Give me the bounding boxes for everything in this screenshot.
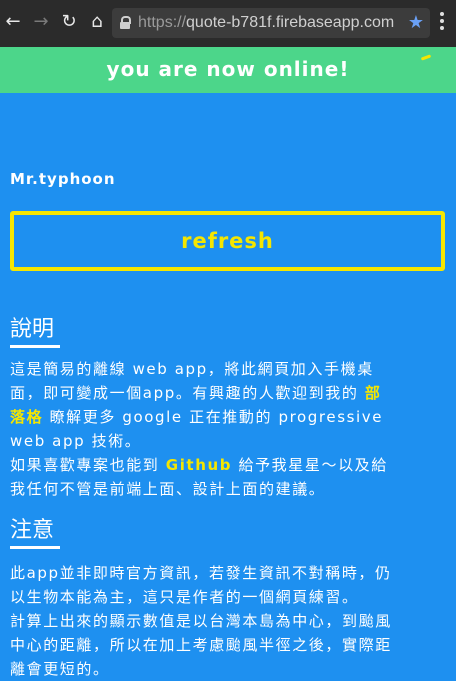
browser-toolbar: ← → ↻ ⌂ https://quote-b781f.firebaseapp.… [0, 0, 456, 47]
star-icon[interactable]: ★ [408, 12, 424, 33]
about-line-2: 面，即可變成一個app。有興趣的人歡迎到我的 [10, 384, 365, 402]
about-line-5a: 如果喜歡專案也能到 [10, 456, 166, 474]
toast-message: you are now online! [106, 57, 350, 81]
notice-title: 注意 [10, 518, 55, 543]
vertical-dots-icon[interactable] [440, 12, 446, 33]
address-bar[interactable]: https://quote-b781f.firebaseapp.com ★ [112, 8, 430, 38]
forward-icon[interactable]: → [30, 11, 52, 33]
about-line-6: 我任何不管是前端上面、設計上面的建議。 [10, 480, 326, 498]
notice-line-4: 中心的距離，所以在加上考慮颱風半徑之後，實際距 [10, 636, 392, 654]
online-toast: you are now online! [0, 47, 456, 93]
url-text: https://quote-b781f.firebaseapp.com [138, 14, 394, 32]
url-host: quote-b781f.firebaseapp.com [186, 14, 395, 31]
lock-icon [120, 16, 131, 29]
notice-line-3: 計算上出來的顯示數值是以台灣本島為中心，到颱風 [10, 612, 392, 630]
url-scheme: https:// [138, 14, 187, 31]
notice-text: 此app並非即時官方資訊，若發生資訊不對稱時，仍 以生物本能為主，這只是作者的一… [10, 561, 446, 681]
notice-line-5: 離會更短的。 [10, 660, 110, 678]
notice-line-2: 以生物本能為主，這只是作者的一個網頁練習。 [10, 588, 359, 606]
blog-link-part-1: 部 [364, 384, 382, 402]
about-text: 這是簡易的離線 web app，將此網頁加入手機桌 面，即可變成一個app。有興… [10, 357, 446, 501]
notice-line-1: 此app並非即時官方資訊，若發生資訊不對稱時，仍 [10, 564, 392, 582]
author-name: Mr.typhoon [10, 170, 116, 188]
reload-icon[interactable]: ↻ [58, 11, 80, 33]
home-icon[interactable]: ⌂ [86, 11, 108, 33]
about-title: 說明 [10, 317, 55, 342]
github-link[interactable]: Github [166, 456, 232, 474]
back-icon[interactable]: ← [2, 11, 24, 33]
notice-title-underline [10, 546, 60, 549]
blog-link-part-2: 落格 [10, 408, 44, 426]
about-line-5b: 給予我星星～以及給 [232, 456, 388, 474]
refresh-button[interactable]: refresh [10, 211, 445, 271]
about-line-3: 瞭解更多 google 正在推動的 progressive [43, 408, 384, 426]
about-line-1: 這是簡易的離線 web app，將此網頁加入手機桌 [10, 360, 374, 378]
about-title-underline [10, 345, 60, 348]
about-line-4: web app 技術。 [10, 432, 142, 450]
